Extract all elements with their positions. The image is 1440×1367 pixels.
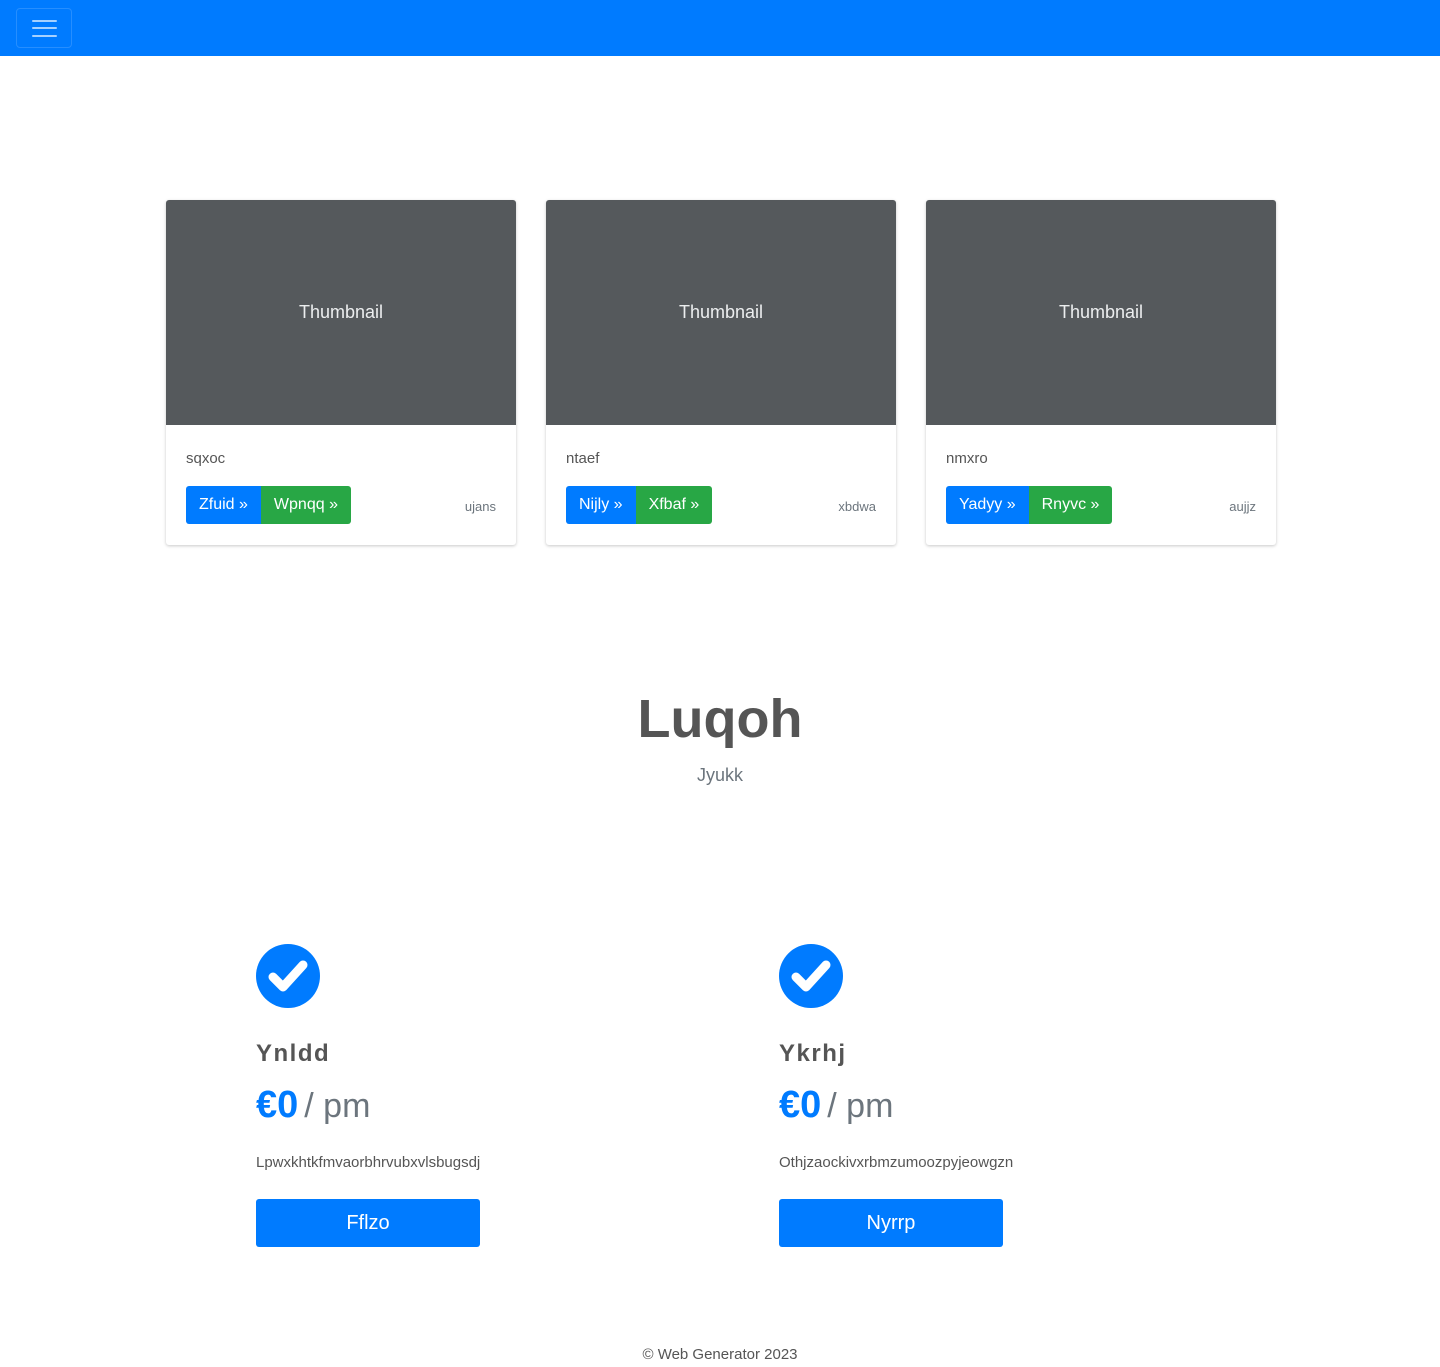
hamburger-icon-line	[32, 20, 57, 22]
card: Thumbnail sqxoc Zfuid » Wpnqq » ujans	[166, 200, 516, 545]
feature-title: Ynldd	[256, 1040, 331, 1067]
check-circle-icon	[779, 944, 843, 1008]
card-secondary-button[interactable]: Wpnqq »	[260, 486, 351, 524]
feature-button[interactable]: Fflzo	[256, 1199, 480, 1247]
feature: Ynldd €0/ pm Lpwxkhtkfmvaorbhrvubxvlsbug…	[256, 944, 656, 1247]
card-text: ntaef	[566, 450, 600, 467]
footer-copyright: © Web Generator 2023	[642, 1346, 798, 1363]
hamburger-icon-line	[32, 35, 57, 37]
card-button-group: Zfuid » Wpnqq »	[186, 486, 351, 524]
card-button-group: Yadyy » Rnyvc »	[946, 486, 1113, 524]
card-primary-button[interactable]: Nijly »	[566, 486, 636, 524]
feature-price: €0/ pm	[779, 1084, 893, 1127]
feature-title: Ykrhj	[779, 1040, 847, 1067]
card-thumbnail: Thumbnail	[166, 200, 516, 425]
card-secondary-button[interactable]: Xfbaf »	[635, 486, 713, 524]
feature-description: Lpwxkhtkfmvaorbhrvubxvlsbugsdj	[256, 1154, 481, 1171]
card-muted-text: ujans	[464, 499, 496, 514]
feature-price: €0/ pm	[256, 1084, 370, 1127]
feature-description: Othjzaockivxrbmzumoozpyjeowgzn	[779, 1154, 1014, 1171]
card-secondary-button[interactable]: Rnyvc »	[1028, 486, 1113, 524]
price-amount: €0	[779, 1084, 822, 1126]
card-thumbnail: Thumbnail	[546, 200, 896, 425]
check-circle-icon	[256, 944, 320, 1008]
hero-subtitle: Jyukk	[696, 765, 743, 785]
card-muted-text: xbdwa	[838, 499, 876, 514]
price-period: / pm	[304, 1087, 371, 1125]
card-muted-text: aujjz	[1229, 499, 1256, 514]
price-amount: €0	[256, 1084, 299, 1126]
card: Thumbnail nmxro Yadyy » Rnyvc » aujjz	[926, 200, 1276, 545]
feature: Ykrhj €0/ pm Othjzaockivxrbmzumoozpyjeow…	[779, 944, 1179, 1247]
card-button-group: Nijly » Xfbaf »	[566, 486, 713, 524]
card-primary-button[interactable]: Zfuid »	[186, 486, 261, 524]
card-thumbnail: Thumbnail	[926, 200, 1276, 425]
price-period: / pm	[827, 1087, 894, 1125]
card-text: sqxoc	[186, 450, 226, 467]
card-text: nmxro	[946, 450, 988, 467]
hero-title: Luqoh	[637, 689, 803, 749]
feature-button[interactable]: Nyrrp	[779, 1199, 1003, 1247]
card: Thumbnail ntaef Nijly » Xfbaf » xbdwa	[546, 200, 896, 545]
hamburger-icon-line	[32, 27, 57, 29]
navbar-toggler-button[interactable]	[16, 8, 72, 48]
card-primary-button[interactable]: Yadyy »	[946, 486, 1029, 524]
navbar	[0, 0, 1440, 56]
